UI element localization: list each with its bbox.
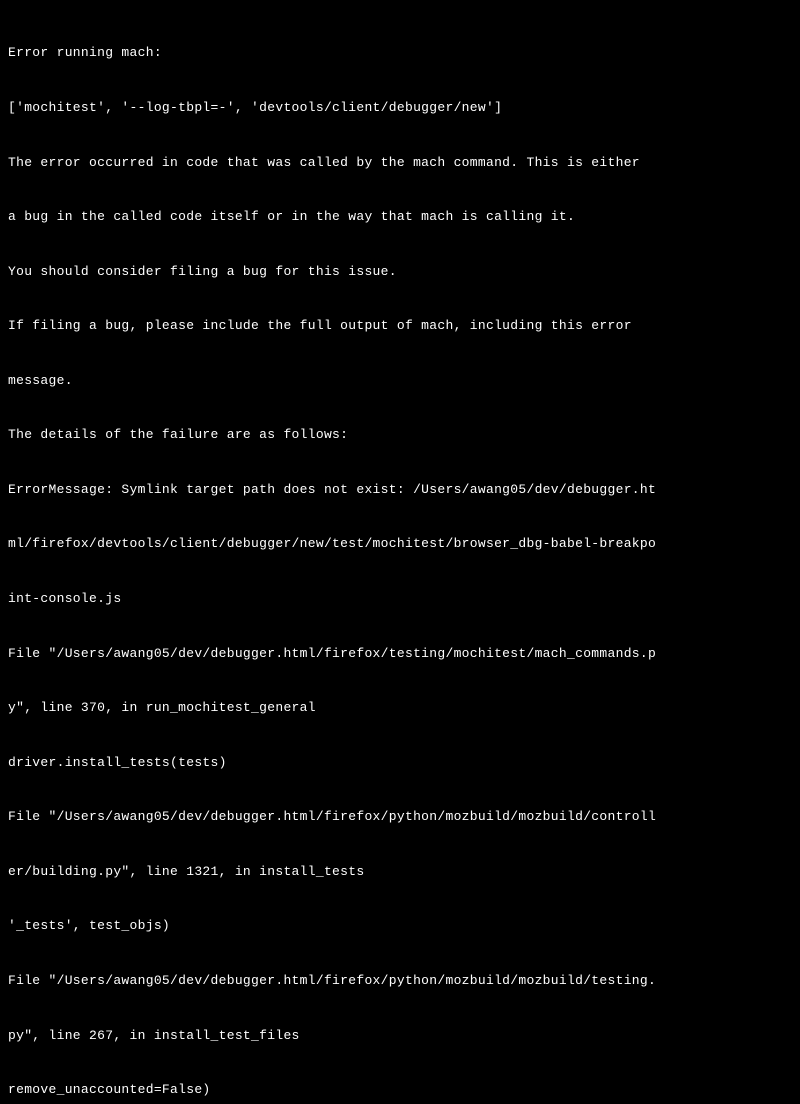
output-line: If filing a bug, please include the full… xyxy=(8,317,792,335)
output-line: File "/Users/awang05/dev/debugger.html/f… xyxy=(8,808,792,826)
output-line: The details of the failure are as follow… xyxy=(8,426,792,444)
output-line: remove_unaccounted=False) xyxy=(8,1081,792,1099)
output-line: Error running mach: xyxy=(8,44,792,62)
output-line: y", line 370, in run_mochitest_general xyxy=(8,699,792,717)
output-line: File "/Users/awang05/dev/debugger.html/f… xyxy=(8,645,792,663)
output-line: '_tests', test_objs) xyxy=(8,917,792,935)
output-line: File "/Users/awang05/dev/debugger.html/f… xyxy=(8,972,792,990)
output-line: driver.install_tests(tests) xyxy=(8,754,792,772)
output-line: er/building.py", line 1321, in install_t… xyxy=(8,863,792,881)
output-line: ErrorMessage: Symlink target path does n… xyxy=(8,481,792,499)
output-line: py", line 267, in install_test_files xyxy=(8,1027,792,1045)
output-line: ml/firefox/devtools/client/debugger/new/… xyxy=(8,535,792,553)
output-line: a bug in the called code itself or in th… xyxy=(8,208,792,226)
output-line: ['mochitest', '--log-tbpl=-', 'devtools/… xyxy=(8,99,792,117)
output-line: The error occurred in code that was call… xyxy=(8,154,792,172)
output-line: message. xyxy=(8,372,792,390)
terminal-output: Error running mach: ['mochitest', '--log… xyxy=(8,8,792,1104)
output-line: int-console.js xyxy=(8,590,792,608)
output-line: You should consider filing a bug for thi… xyxy=(8,263,792,281)
